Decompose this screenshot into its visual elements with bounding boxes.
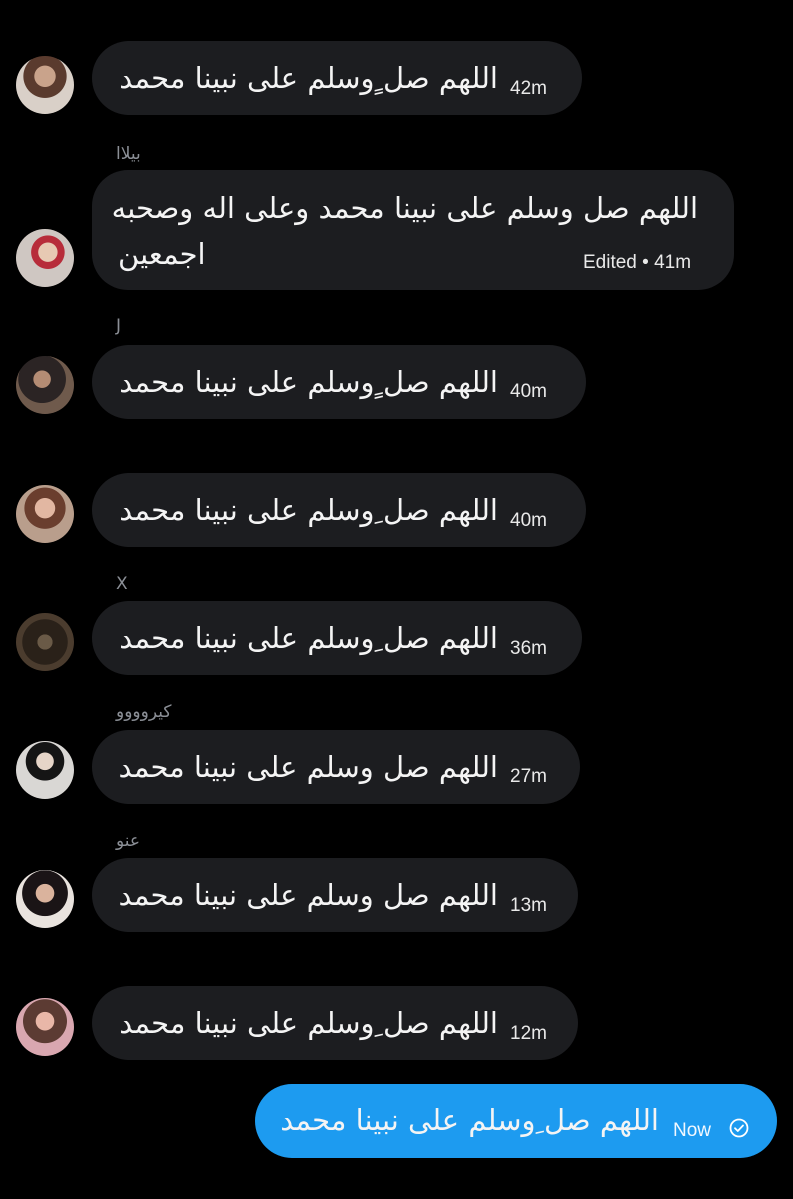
message-text-line2: اجمعين: [118, 237, 206, 271]
sender-name: X: [116, 574, 128, 594]
message-bubble[interactable]: اللهم صل ٍوسلم على نبينا محمد 42m: [92, 41, 582, 115]
sender-name: عنو: [116, 831, 141, 851]
message-time: Edited • 41m: [583, 252, 692, 273]
outgoing-message-text: اللهم صل ِوسلم على نبينا محمد: [280, 1103, 659, 1137]
message-time: 27m: [510, 766, 547, 787]
message-bubble[interactable]: اللهم صل وسلم على نبينا محمد 13m: [92, 858, 578, 932]
avatar[interactable]: [16, 613, 74, 671]
message-time: 42m: [510, 78, 547, 99]
avatar[interactable]: [16, 229, 74, 287]
message-time: 40m: [510, 510, 547, 531]
outgoing-message-bubble[interactable]: اللهم صل ِوسلم على نبينا محمد Now: [255, 1084, 777, 1158]
sender-name: كيروووو: [116, 702, 172, 722]
avatar[interactable]: [16, 998, 74, 1056]
message-text: اللهم صل ِوسلم على نبينا محمد: [119, 621, 498, 655]
message-bubble[interactable]: اللهم صل وسلم على نبينا محمد وعلى اله وص…: [92, 170, 734, 290]
message-bubble[interactable]: اللهم صل ِوسلم على نبينا محمد 12m: [92, 986, 578, 1060]
avatar[interactable]: [16, 356, 74, 414]
sender-name: بيلاا: [116, 144, 141, 164]
avatar[interactable]: [16, 741, 74, 799]
check-circle-icon: [729, 1118, 749, 1138]
message-text-line1: اللهم صل وسلم على نبينا محمد وعلى اله وص…: [111, 191, 698, 225]
message-bubble[interactable]: اللهم صل وسلم على نبينا محمد 27m: [92, 730, 580, 804]
avatar[interactable]: [16, 870, 74, 928]
message-text: اللهم صل وسلم على نبينا محمد: [118, 750, 498, 784]
message-bubble[interactable]: اللهم صل ٍوسلم على نبينا محمد 40m: [92, 345, 586, 419]
avatar[interactable]: [16, 485, 74, 543]
message-text: اللهم صل ٍوسلم على نبينا محمد: [119, 365, 498, 399]
outgoing-message-time: Now: [673, 1120, 712, 1141]
message-text: اللهم صل ِوسلم على نبينا محمد: [119, 493, 498, 527]
message-text: اللهم صل ٍوسلم على نبينا محمد: [119, 61, 498, 95]
message-text: اللهم صل وسلم على نبينا محمد: [118, 878, 498, 912]
message-time: 40m: [510, 381, 547, 402]
sender-name: J: [116, 316, 122, 336]
message-bubble[interactable]: اللهم صل ِوسلم على نبينا محمد 40m: [92, 473, 586, 547]
message-text: اللهم صل ِوسلم على نبينا محمد: [119, 1006, 498, 1040]
message-time: 36m: [510, 638, 547, 659]
message-bubble[interactable]: اللهم صل ِوسلم على نبينا محمد 36m: [92, 601, 582, 675]
avatar[interactable]: [16, 56, 74, 114]
message-time: 13m: [510, 895, 547, 916]
message-time: 12m: [510, 1023, 547, 1044]
